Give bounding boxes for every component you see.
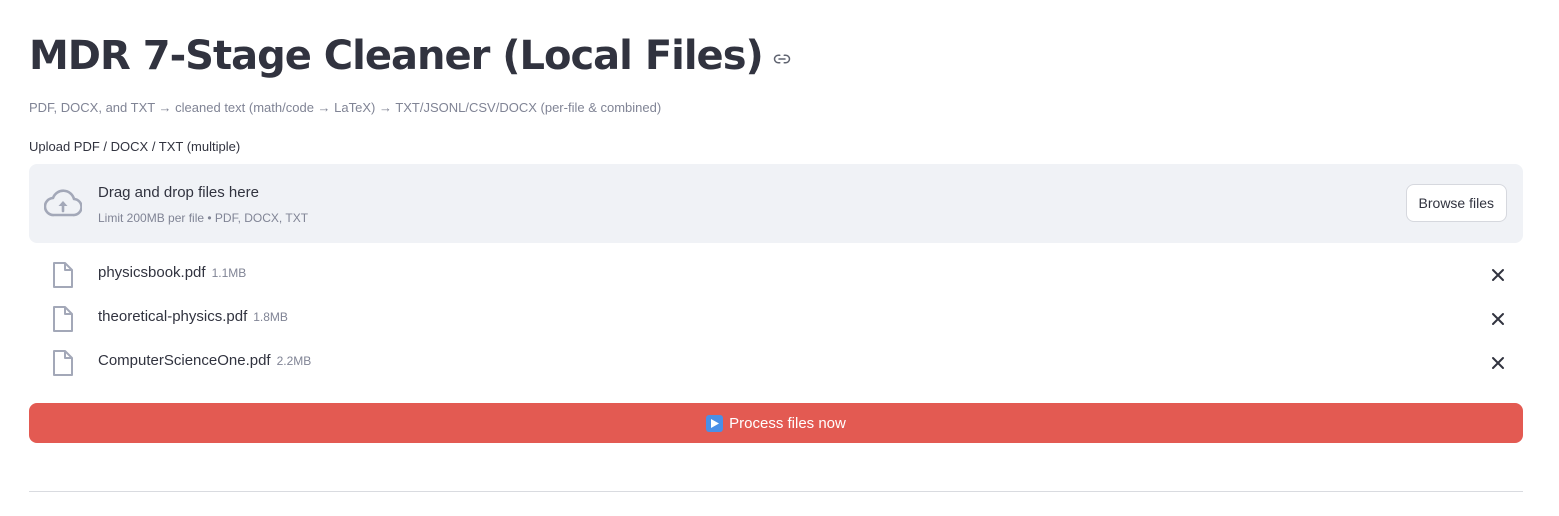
- file-name: ComputerScienceOne.pdf: [98, 352, 271, 369]
- app-page: MDR 7-Stage Cleaner (Local Files) PDF, D…: [0, 0, 1559, 516]
- close-icon: [1492, 357, 1504, 369]
- title-row: MDR 7-Stage Cleaner (Local Files): [29, 30, 791, 82]
- file-icon: [52, 350, 74, 376]
- file-size: 1.1MB: [211, 266, 247, 280]
- file-row: theoretical-physics.pdf 1.8MB: [29, 296, 1523, 340]
- file-info: theoretical-physics.pdf 1.8MB: [98, 308, 288, 325]
- upload-label: Upload PDF / DOCX / TXT (multiple): [29, 139, 241, 154]
- file-size: 1.8MB: [253, 310, 288, 324]
- file-icon: [52, 262, 74, 288]
- close-icon: [1492, 269, 1504, 281]
- anchor-link-icon[interactable]: [773, 50, 791, 68]
- file-row: physicsbook.pdf 1.1MB: [29, 252, 1523, 296]
- dropzone-instruction: Drag and drop files here: [98, 184, 259, 201]
- remove-file-button[interactable]: [1489, 310, 1507, 328]
- close-icon: [1492, 313, 1504, 325]
- play-button-icon: [706, 414, 724, 432]
- divider: [29, 491, 1523, 492]
- file-row: ComputerScienceOne.pdf 2.2MB: [29, 340, 1523, 384]
- cloud-upload-icon: [43, 188, 83, 218]
- remove-file-button[interactable]: [1489, 266, 1507, 284]
- browse-files-button[interactable]: Browse files: [1405, 184, 1507, 222]
- uploaded-file-list: physicsbook.pdf 1.1MB theoretical-physics…: [29, 252, 1523, 384]
- file-name: theoretical-physics.pdf: [98, 308, 248, 325]
- file-info: physicsbook.pdf 1.1MB: [98, 264, 246, 281]
- remove-file-button[interactable]: [1489, 354, 1507, 372]
- file-name: physicsbook.pdf: [98, 264, 206, 281]
- process-files-button[interactable]: Process files now: [29, 403, 1523, 443]
- process-files-label: Process files now: [729, 414, 846, 432]
- page-title: MDR 7-Stage Cleaner (Local Files): [29, 33, 764, 79]
- file-info: ComputerScienceOne.pdf 2.2MB: [98, 352, 311, 369]
- dropzone-limit: Limit 200MB per file • PDF, DOCX, TXT: [98, 211, 309, 225]
- file-dropzone[interactable]: Drag and drop files here Limit 200MB per…: [29, 164, 1523, 243]
- page-subtitle: PDF, DOCX, and TXT → cleaned text (math/…: [29, 100, 662, 115]
- file-icon: [52, 306, 74, 332]
- file-size: 2.2MB: [276, 354, 312, 368]
